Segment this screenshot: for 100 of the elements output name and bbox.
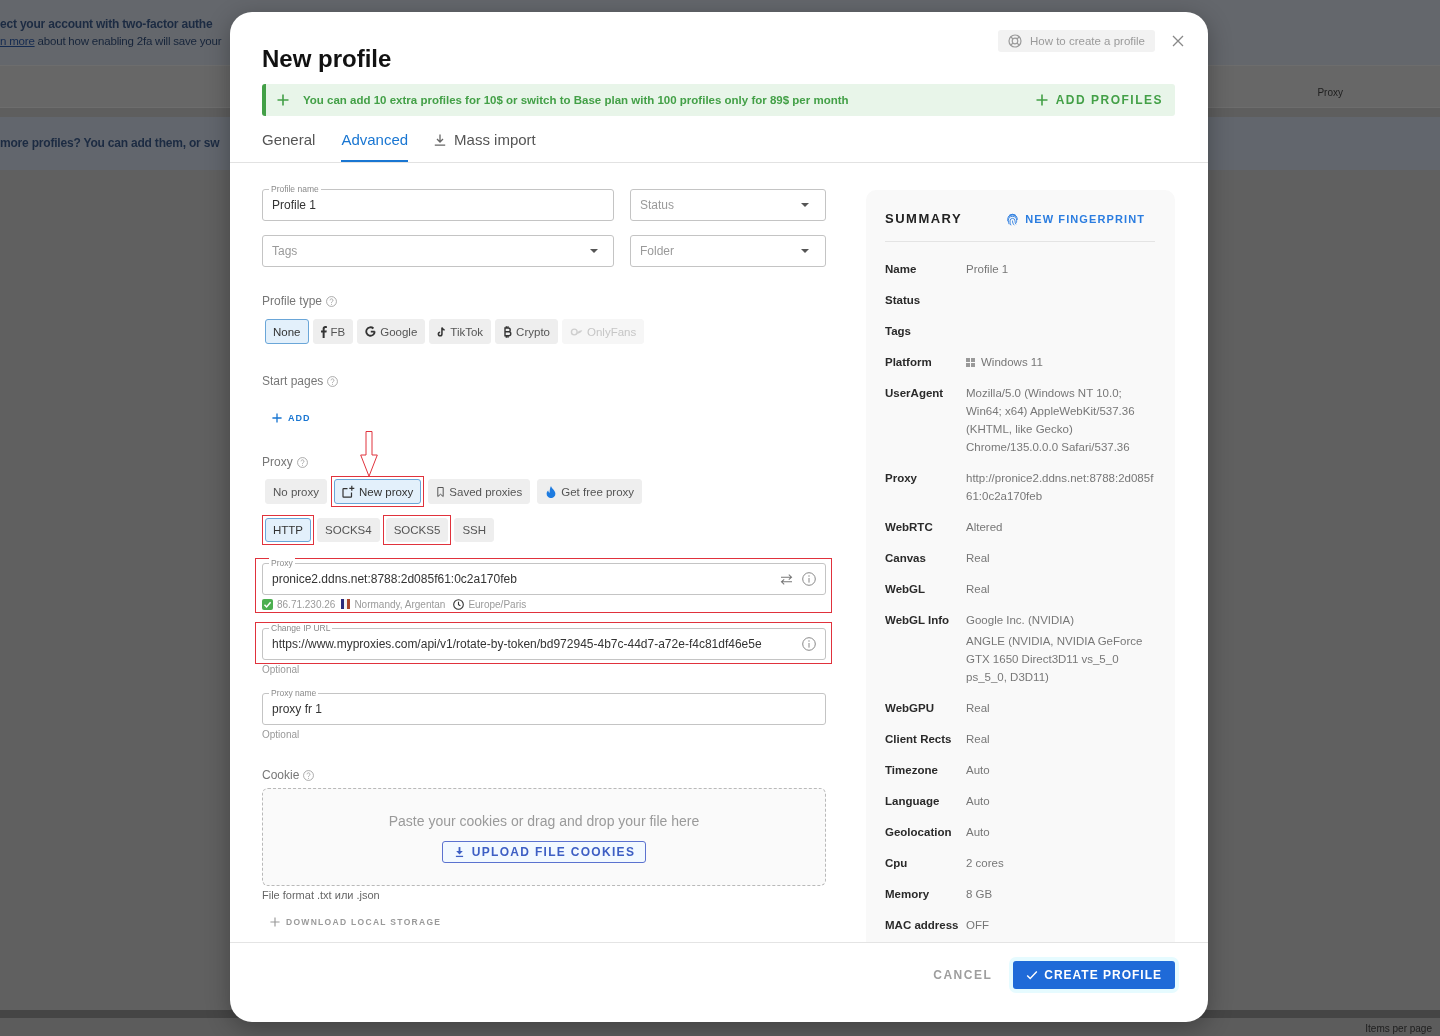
lifebuoy-icon (1007, 34, 1022, 48)
add-window-icon (342, 485, 356, 498)
helper-text: Optional (262, 664, 301, 676)
location-text: Normandy, Argentan (354, 598, 446, 610)
summary-value: Auto (966, 795, 990, 807)
close-icon (1172, 35, 1184, 47)
new-fingerprint-button[interactable]: NEW FINGERPRINT (1006, 212, 1145, 226)
plus-icon (272, 413, 282, 423)
caret-icon (590, 249, 598, 253)
profile-type-button[interactable]: Crypto (495, 319, 558, 344)
section-label: Proxy (262, 454, 293, 470)
protocol-button[interactable]: SOCKS4 (317, 518, 380, 542)
summary-value: Real (966, 552, 990, 564)
proxy-mode-button[interactable]: No proxy (265, 479, 328, 504)
summary-value: Altered (966, 521, 1003, 533)
bookmark-icon (436, 485, 446, 498)
proxy-mode-button[interactable]: Get free proxy (537, 479, 643, 504)
ip-address: 86.71.230.26 (277, 598, 336, 610)
summary-value: Real (966, 702, 990, 714)
plus-icon (1035, 94, 1048, 106)
plus-icon (277, 94, 289, 106)
profile-type-button[interactable]: FB (312, 319, 354, 344)
summary-value: Real (966, 583, 990, 595)
swap-icon (780, 573, 793, 585)
tab[interactable]: General (262, 126, 316, 162)
summary-label: Name (885, 262, 918, 277)
field-label: Profile name (269, 184, 321, 194)
summary-label: WebGL (885, 582, 927, 597)
summary-label: Cpu (885, 856, 909, 871)
caret-icon (801, 249, 809, 253)
summary-value: Mozilla/5.0 (Windows NT 10.0; Win64; x64) AppleWebKit/537.36 (KHTML, like Gecko) Chrome/135.0.0.0 Safari/537.36 (966, 387, 1135, 453)
summary-value: Real (966, 733, 990, 745)
summary-label: UserAgent (885, 386, 945, 401)
timezone-text: Europe/Paris (468, 598, 527, 610)
bitcoin-icon (503, 325, 513, 338)
summary-value: http://pronice2.ddns.net:8788:2d085f61:0c2a170feb (966, 472, 1154, 502)
profile-type-button[interactable]: Google (357, 319, 426, 344)
upload-cookies-button[interactable]: UPLOAD FILE COOKIES (441, 841, 647, 863)
summary-label: Tags (885, 324, 912, 339)
summary-value: Auto (966, 764, 990, 776)
field-label: Change IP URL (269, 623, 333, 633)
google-logo-icon (365, 326, 377, 337)
summary-label: Proxy (885, 471, 918, 486)
section-label: Start pages (262, 373, 324, 389)
fingerprint-icon (1006, 212, 1020, 226)
banner-text: more profiles? You can add them, or sw (0, 135, 220, 151)
tab[interactable]: Advanced (341, 126, 409, 162)
profile-type-button[interactable]: TikTok (429, 319, 492, 344)
protocol-button[interactable]: HTTP (265, 518, 312, 542)
summary-label: Canvas (885, 551, 927, 566)
summary-label: Platform (885, 355, 933, 370)
close-button[interactable] (1172, 35, 1184, 47)
proxy-mode-button[interactable]: New proxy (334, 479, 422, 504)
summary-label: WebGPU (885, 701, 935, 716)
clock-icon (453, 598, 465, 610)
notice-text: n more about how enabling 2fa will save your (0, 34, 222, 48)
tiktok-logo-icon (437, 325, 447, 338)
cookie-dropzone[interactable]: Paste your cookies or drag and drop your file here UPLOAD FILE COOKIES (262, 788, 826, 886)
summary-value: 2 cores (966, 857, 1004, 869)
caret-icon (801, 203, 809, 207)
protocol-button[interactable]: SOCKS5 (385, 518, 449, 542)
summary-label: Client Rects (885, 732, 953, 747)
windows-logo-icon (966, 357, 975, 367)
section-label: Cookie (262, 767, 300, 783)
check-icon (1026, 969, 1039, 981)
summary-value: Google Inc. (NVIDIA) (966, 614, 1074, 626)
protocol-button[interactable]: SSH (454, 518, 495, 542)
help-icon (327, 375, 339, 387)
profile-type-button[interactable]: None (265, 319, 309, 344)
summary-label: MAC address (885, 918, 960, 933)
help-icon (303, 769, 315, 781)
info-icon (802, 572, 816, 586)
flame-icon (545, 485, 558, 498)
summary-label: Memory (885, 887, 931, 902)
summary-label: Language (885, 794, 941, 809)
file-format-note: File format .txt или .json (262, 888, 381, 902)
plus-icon (270, 917, 280, 927)
summary-value: Auto (966, 826, 990, 838)
summary-label: Timezone (885, 763, 939, 778)
summary-title: SUMMARY (885, 210, 963, 228)
help-icon (296, 456, 308, 468)
download-icon (454, 846, 464, 858)
proxy-mode-button[interactable]: Saved proxies (428, 479, 531, 504)
onlyfans-logo-icon (570, 327, 583, 336)
summary-value: Profile 1 (966, 263, 1009, 275)
pagination-label: Items per page (1365, 1022, 1432, 1036)
summary-label: WebRTC (885, 520, 934, 535)
facebook-logo-icon (320, 325, 327, 338)
flag-icon (341, 599, 351, 609)
helper-text: Optional (262, 729, 301, 741)
summary-value: OFF (966, 919, 989, 931)
field-label: Proxy name (269, 688, 319, 698)
download-icon (434, 134, 447, 146)
section-label: Profile type (262, 293, 323, 309)
summary-label: WebGL Info (885, 613, 951, 628)
help-icon (326, 295, 338, 307)
add-start-page-button[interactable]: ADD (266, 408, 317, 428)
tab[interactable]: Mass import (434, 126, 536, 162)
dropzone-hint: Paste your cookies or drag and drop your file here (388, 812, 700, 830)
column-header: Proxy (1317, 86, 1343, 100)
